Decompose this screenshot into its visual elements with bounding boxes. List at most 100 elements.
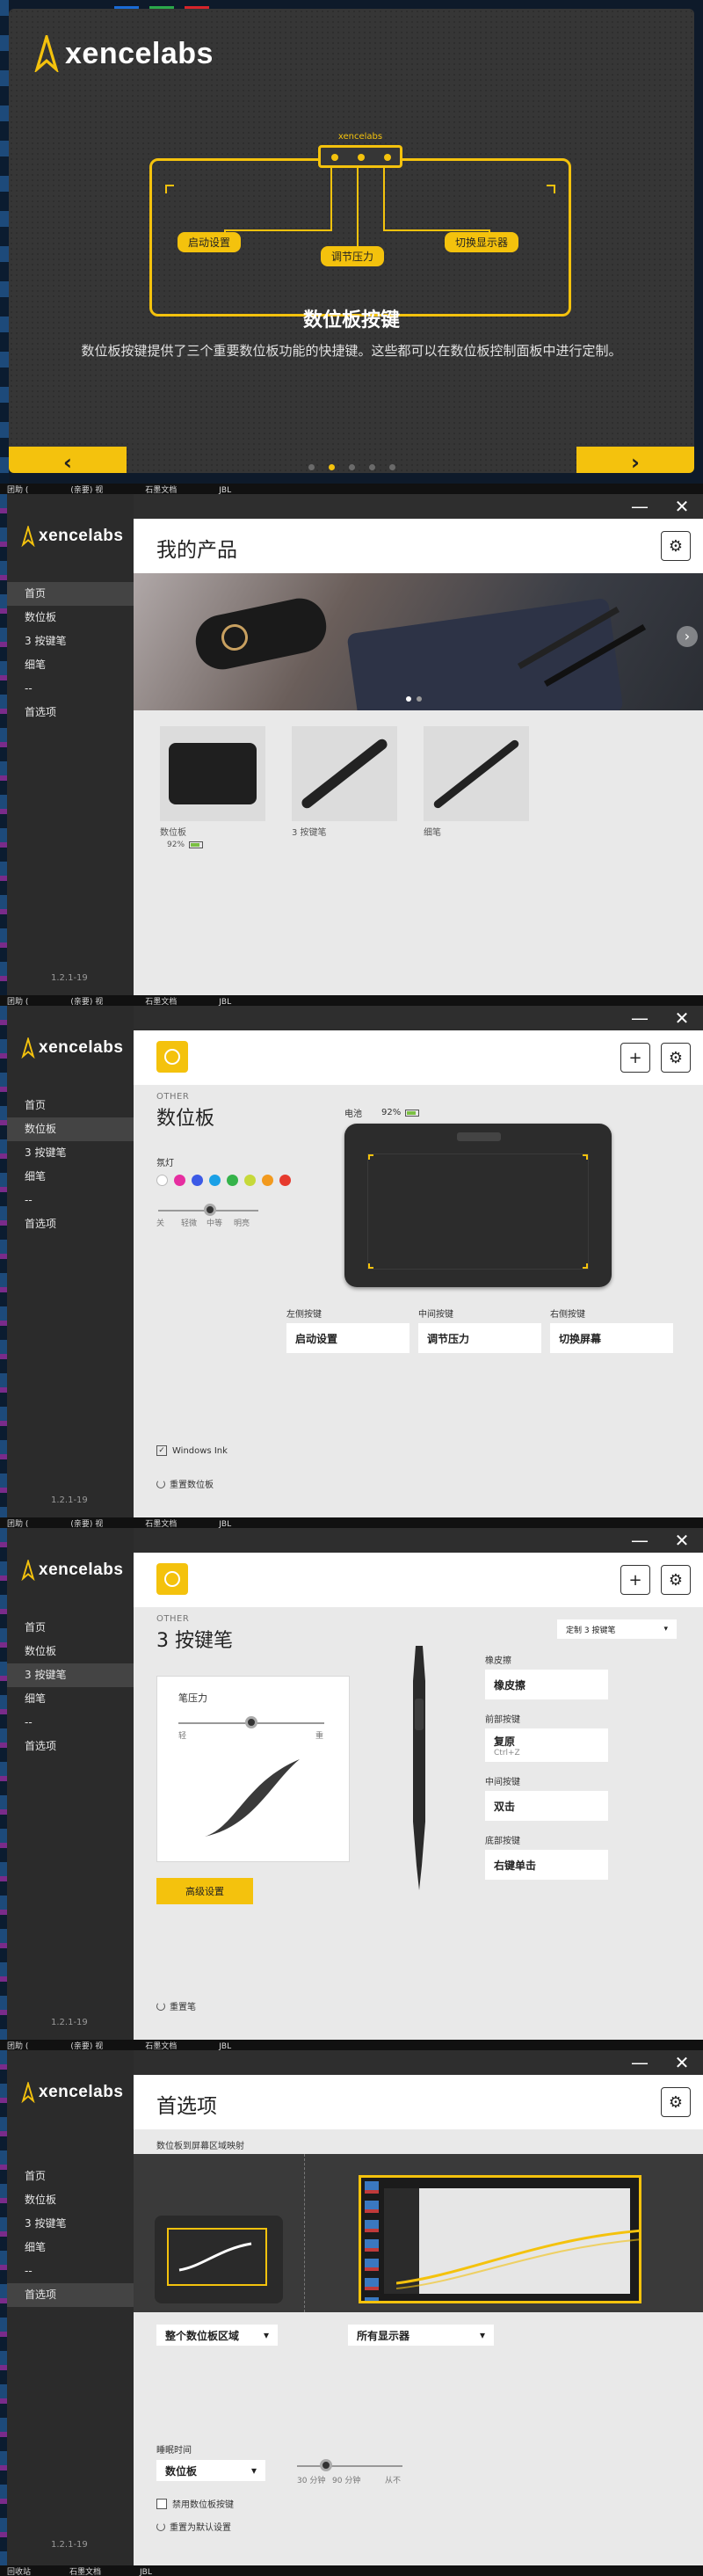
xencelabs-logo-icon	[21, 1037, 35, 1059]
sidebar-item-tablet[interactable]: 数位板	[7, 2188, 134, 2212]
close-button[interactable]: ✕	[664, 2050, 699, 2075]
product-card-3-button-pen[interactable]: 3 按键笔	[292, 726, 397, 838]
carousel-dot[interactable]	[308, 464, 315, 470]
settings-button[interactable]: ⚙	[661, 1565, 691, 1595]
sidebar-item-tablet[interactable]: 数位板	[7, 606, 134, 629]
sleep-slider-track[interactable]	[297, 2465, 402, 2467]
minimize-button[interactable]: —	[622, 1528, 657, 1553]
sidebar-item-thin-pen[interactable]: 细笔	[7, 2236, 134, 2259]
sidebar-item-home[interactable]: 首页	[7, 1616, 134, 1640]
product-card-tablet[interactable]: 数位板 92%	[160, 726, 265, 849]
checkbox-unchecked-icon[interactable]	[156, 2498, 167, 2509]
sidebar-nav: 首页 数位板 3 按键笔 细笔 -- 首选项	[7, 1094, 134, 1236]
sidebar-item-preferences[interactable]: 首选项	[7, 2283, 134, 2307]
sidebar-item-home[interactable]: 首页	[7, 582, 134, 606]
device-category: OTHER	[156, 1614, 190, 1624]
tablet-window: 团助 ((亲要) 视石墨文档 JBL xencelabs 首页 数位板 3 按键笔…	[0, 995, 703, 1517]
sidebar-item-preferences[interactable]: 首选项	[7, 1735, 134, 1758]
sidebar-item-3-button-pen[interactable]: 3 按键笔	[7, 629, 134, 653]
reset-tablet-link[interactable]: 重置数位板	[156, 1477, 214, 1490]
sidebar-item-tablet[interactable]: 数位板	[7, 1117, 134, 1141]
plus-icon: +	[628, 1048, 642, 1067]
carousel-dot[interactable]	[417, 696, 422, 702]
pressure-soft-label: 轻	[178, 1732, 187, 1741]
bottom-pen-button-field[interactable]: 右键单击	[485, 1850, 608, 1880]
checkbox-checked-icon[interactable]: ✓	[156, 1445, 167, 1456]
eraser-button-field[interactable]: 橡皮擦	[485, 1670, 608, 1699]
settings-button[interactable]: ⚙	[661, 531, 691, 561]
disable-keys-option[interactable]: 禁用数位板按键	[156, 2497, 234, 2510]
carousel-dot-active[interactable]	[406, 696, 411, 702]
sidebar-item-preferences[interactable]: 首选项	[7, 1212, 134, 1236]
carousel-dot[interactable]	[348, 464, 355, 470]
app-version: 1.2.1-19	[51, 1495, 88, 1505]
add-button[interactable]: +	[620, 1565, 650, 1595]
carousel-dot-active[interactable]	[328, 464, 335, 470]
tablet-diagram	[344, 1124, 612, 1287]
windows-ink-option[interactable]: ✓ Windows Ink	[156, 1445, 228, 1456]
sidebar-item-tablet[interactable]: 数位板	[7, 1640, 134, 1663]
carousel-dot[interactable]	[368, 464, 375, 470]
sidebar-item-preferences[interactable]: 首选项	[7, 701, 134, 724]
desktop-icons	[0, 494, 7, 995]
middle-button-field[interactable]: 调节压力	[418, 1323, 541, 1353]
light-color-swatch[interactable]	[262, 1175, 273, 1186]
settings-button[interactable]: ⚙	[661, 2087, 691, 2117]
close-button[interactable]: ✕	[664, 494, 699, 519]
sidebar-logo: xencelabs	[21, 1037, 123, 1059]
add-button[interactable]: +	[620, 1043, 650, 1073]
settings-button[interactable]: ⚙	[661, 1043, 691, 1073]
front-button-field[interactable]: 复原 Ctrl+Z	[485, 1728, 608, 1762]
sidebar-item-3-button-pen[interactable]: 3 按键笔	[7, 1141, 134, 1165]
sidebar-item-3-button-pen[interactable]: 3 按键笔	[7, 1663, 134, 1687]
carousel-dot[interactable]	[388, 464, 395, 470]
sidebar-item-home[interactable]: 首页	[7, 2165, 134, 2188]
sidebar-item-3-button-pen[interactable]: 3 按键笔	[7, 2212, 134, 2236]
display-select[interactable]: 所有显示器 ▾	[348, 2325, 494, 2346]
reset-icon	[156, 2521, 165, 2531]
pressure-curve-panel: 笔压力 轻 重	[156, 1676, 350, 1862]
xencelabs-logo-icon	[34, 35, 59, 72]
close-button[interactable]: ✕	[664, 1006, 699, 1030]
brightness-slider-knob[interactable]	[204, 1204, 216, 1216]
chevron-down-icon: ▾	[263, 2329, 269, 2341]
light-color-swatch[interactable]	[279, 1175, 291, 1186]
sidebar-item-thin-pen[interactable]: 细笔	[7, 1687, 134, 1711]
sidebar-separator: --	[25, 2265, 33, 2277]
minimize-button[interactable]: —	[622, 2050, 657, 2075]
desktop-strip: 团助 ((亲要) 视石墨文档 JBL	[0, 995, 703, 1006]
sidebar-item-home[interactable]: 首页	[7, 1094, 134, 1117]
light-color-swatch[interactable]	[209, 1175, 221, 1186]
sidebar-item-thin-pen[interactable]: 细笔	[7, 1165, 134, 1189]
sidebar-logo-text: xencelabs	[39, 527, 124, 545]
page-header: + ⚙	[134, 1030, 703, 1085]
carousel-next-button[interactable]: ›	[677, 626, 698, 647]
light-color-swatch[interactable]	[244, 1175, 256, 1186]
middle-pen-button-field[interactable]: 双击	[485, 1791, 608, 1821]
light-label: 氛灯	[156, 1159, 174, 1168]
close-button[interactable]: ✕	[664, 1528, 699, 1553]
right-button-field[interactable]: 切换屏幕	[550, 1323, 673, 1353]
pressure-slider-knob[interactable]	[245, 1716, 257, 1728]
minimize-button[interactable]: —	[622, 1006, 657, 1030]
sidebar-logo: xencelabs	[21, 526, 123, 547]
advanced-settings-button[interactable]: 高级设置	[156, 1878, 253, 1904]
sidebar-item-thin-pen[interactable]: 细笔	[7, 653, 134, 677]
sleep-slider-knob[interactable]	[320, 2459, 332, 2471]
light-color-swatch[interactable]	[227, 1175, 238, 1186]
app-version: 1.2.1-19	[51, 2018, 88, 2027]
pen-profile-select[interactable]: 定制 3 按键笔 ▾	[557, 1619, 677, 1639]
reset-pen-link[interactable]: 重置笔	[156, 1999, 196, 2012]
tablet-area-select[interactable]: 整个数位板区域 ▾	[156, 2325, 278, 2346]
minimize-button[interactable]: —	[622, 494, 657, 519]
light-color-swatch[interactable]	[156, 1175, 168, 1186]
sleep-device-select[interactable]: 数位板 ▾	[156, 2460, 265, 2481]
pen-window: 团助 ((亲要) 视石墨文档 JBL xencelabs 首页 数位板 3 按键笔…	[0, 1517, 703, 2040]
reset-icon	[156, 1479, 165, 1488]
reset-defaults-link[interactable]: 重置为默认设置	[156, 2520, 231, 2533]
light-color-swatch[interactable]	[174, 1175, 185, 1186]
light-color-swatch[interactable]	[192, 1175, 203, 1186]
product-card-thin-pen[interactable]: 细笔	[424, 726, 529, 838]
titlebar: — ✕	[134, 1006, 703, 1030]
left-button-field[interactable]: 启动设置	[286, 1323, 409, 1353]
